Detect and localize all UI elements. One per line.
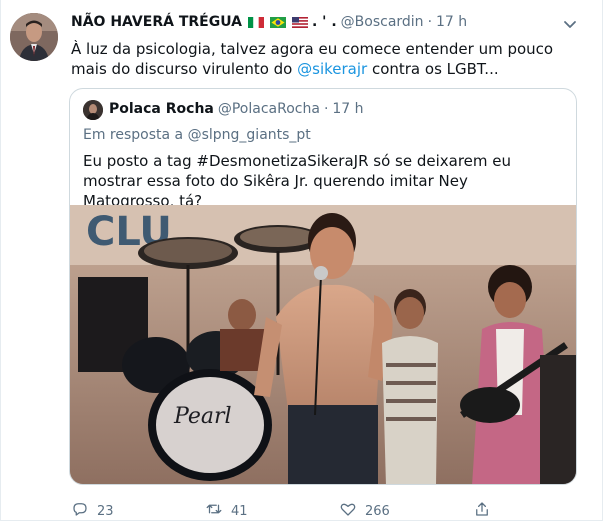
like-action[interactable]: 266 — [339, 500, 390, 521]
quoted-author-handle[interactable]: @PolacaRocha — [218, 101, 320, 117]
brazil-flag-icon — [268, 14, 286, 30]
quoted-author-name[interactable]: Polaca Rocha — [109, 101, 214, 117]
reply-action[interactable]: 23 — [71, 500, 114, 521]
usa-flag-icon — [290, 14, 308, 30]
quoted-author-avatar[interactable] — [83, 100, 103, 120]
quoted-header: Polaca Rocha @PolacaRocha · 17 h — [109, 101, 364, 117]
author-handle[interactable]: @Boscardin — [341, 14, 424, 30]
more-icon[interactable] — [560, 14, 580, 34]
quoted-header-separator: · — [323, 101, 329, 117]
quoted-replying-to[interactable]: Em resposta a @slpng_giants_pt — [83, 127, 311, 143]
retweet-icon[interactable] — [205, 500, 223, 521]
italy-flag-icon — [246, 14, 264, 30]
header-separator: · — [427, 14, 433, 30]
retweet-count: 41 — [231, 503, 248, 519]
mention-link[interactable]: @sikerajr — [297, 60, 367, 78]
quoted-tweet[interactable]: Polaca Rocha @PolacaRocha · 17 h Em resp… — [69, 88, 577, 485]
reply-icon[interactable] — [71, 500, 89, 521]
quoted-photo[interactable]: CLU Pearl — [70, 205, 576, 484]
tweet-body: À luz da psicologia, talvez agora eu com… — [71, 39, 591, 79]
like-count: 266 — [365, 503, 390, 519]
tweet-actions: 23 41 266 — [71, 500, 511, 520]
heart-icon[interactable] — [339, 500, 357, 521]
retweet-action[interactable]: 41 — [205, 500, 248, 521]
tweet-timestamp[interactable]: 17 h — [436, 14, 467, 30]
quoted-timestamp[interactable]: 17 h — [332, 101, 363, 117]
author-name-suffix: . ' . — [311, 14, 337, 30]
quoted-text: Eu posto a tag #DesmonetizaSikeraJR só s… — [83, 152, 511, 210]
tweet-header: NÃO HAVERÁ TRÉGUA . ' . @Boscardin · 17 … — [71, 14, 467, 30]
reply-count: 23 — [97, 503, 114, 519]
tweet-text-after: contra os LGBT... — [367, 60, 499, 78]
share-icon[interactable] — [473, 500, 491, 521]
share-action[interactable] — [473, 500, 491, 521]
drum-logo: Pearl — [173, 404, 232, 429]
author-name[interactable]: NÃO HAVERÁ TRÉGUA — [71, 14, 242, 30]
tweet-card[interactable]: NÃO HAVERÁ TRÉGUA . ' . @Boscardin · 17 … — [0, 0, 603, 521]
author-avatar[interactable] — [10, 13, 58, 61]
